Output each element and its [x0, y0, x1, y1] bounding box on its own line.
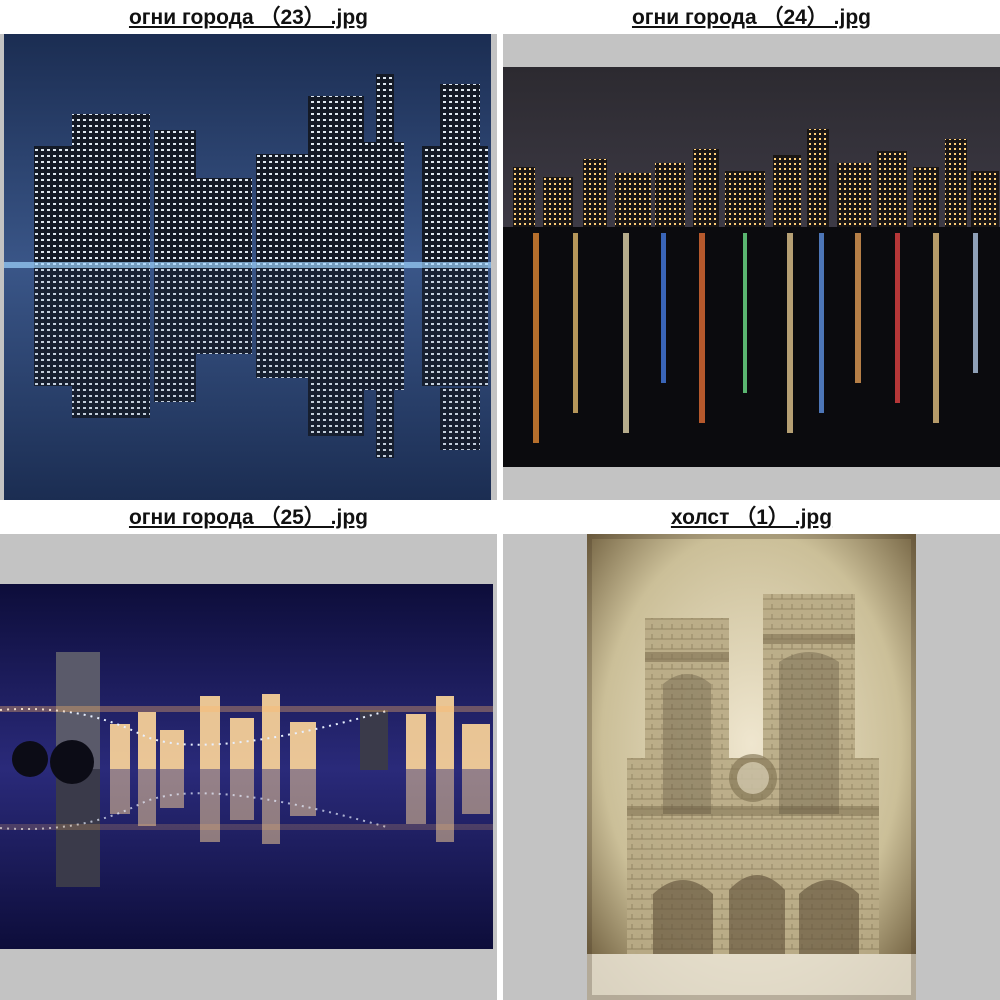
- image-frame: [0, 534, 497, 1000]
- image-frame: [503, 34, 1000, 500]
- image-thumbnail[interactable]: [587, 534, 916, 1000]
- image-caption-link[interactable]: огни города （23） .jpg: [0, 4, 497, 32]
- image-gallery: огни города （23） .jpg огни города （24） .…: [0, 0, 1000, 1000]
- image-caption-link[interactable]: огни города （25） .jpg: [0, 504, 497, 532]
- image-frame: [0, 34, 497, 500]
- image-frame: [503, 534, 1000, 1000]
- image-thumbnail[interactable]: [4, 34, 491, 500]
- gallery-item: огни города （23） .jpg: [0, 0, 497, 500]
- gallery-item: холст （1） .jpg: [503, 500, 1000, 1000]
- gallery-item: огни города （24） .jpg: [503, 0, 1000, 500]
- gallery-item: огни города （25） .jpg: [0, 500, 497, 1000]
- image-caption-link[interactable]: огни города （24） .jpg: [503, 4, 1000, 32]
- image-thumbnail[interactable]: [0, 584, 493, 949]
- image-caption-link[interactable]: холст （1） .jpg: [503, 504, 1000, 532]
- image-thumbnail[interactable]: [503, 67, 1000, 467]
